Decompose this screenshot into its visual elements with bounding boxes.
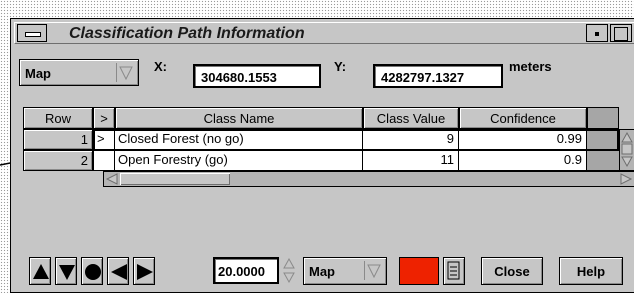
confidence-cell[interactable]: 0.99 (459, 129, 587, 150)
window-title: Classification Path Information (69, 25, 305, 42)
toolbar-mode-dropdown[interactable]: Map (303, 257, 387, 285)
coord-mode-dropdown[interactable]: Map (19, 59, 139, 86)
units-label: meters (509, 59, 552, 74)
help-button[interactable]: Help (559, 257, 623, 285)
chevron-down-icon (364, 261, 383, 280)
x-label: X: (154, 59, 167, 74)
class-path-table: Row > Class Name Class Value Confidence … (23, 107, 634, 209)
row-filler (587, 150, 619, 171)
chevron-down-icon (116, 63, 135, 82)
class-name-cell[interactable]: Open Forestry (go) (115, 150, 363, 171)
class-value-cell[interactable]: 9 (363, 129, 459, 150)
move-up-button[interactable] (29, 257, 51, 285)
triangle-left-icon (111, 264, 127, 280)
row-header-2[interactable]: 2 (23, 150, 93, 171)
vertical-scrollbar[interactable] (619, 129, 634, 171)
class-value-cell[interactable]: 11 (363, 150, 459, 171)
y-coordinate-field[interactable]: 4282797.1327 (373, 64, 503, 88)
row-filler (587, 129, 619, 150)
header-row[interactable]: Row (23, 107, 93, 129)
minimize-button[interactable] (586, 24, 608, 42)
list-icon (447, 261, 460, 280)
maximize-button[interactable] (610, 24, 632, 42)
y-label: Y: (334, 59, 347, 74)
center-button[interactable] (81, 257, 103, 285)
move-right-button[interactable] (133, 257, 155, 285)
increment-field[interactable]: 20.0000 (213, 257, 279, 284)
horizontal-scrollbar[interactable] (103, 171, 634, 187)
title-bar[interactable]: Classification Path Information (14, 22, 634, 44)
scroll-thumb[interactable] (120, 173, 230, 185)
row-marker (93, 150, 115, 171)
window-menu-button[interactable] (17, 24, 47, 42)
triangle-right-icon (137, 264, 153, 280)
scroll-right-icon[interactable] (619, 172, 633, 186)
bottom-toolbar: 20.0000 Map Close Help (11, 257, 634, 293)
stepper-arrows-icon[interactable] (283, 258, 295, 284)
confidence-cell[interactable]: 0.9 (459, 150, 587, 171)
color-swatch[interactable] (399, 257, 439, 285)
x-coordinate-field[interactable]: 304680.1553 (193, 64, 321, 88)
header-filler (587, 107, 619, 129)
close-button[interactable]: Close (481, 257, 543, 285)
scroll-left-icon[interactable] (105, 172, 119, 186)
row-marker: > (93, 129, 115, 150)
move-down-button[interactable] (55, 257, 77, 285)
color-options-button[interactable] (443, 257, 465, 285)
header-marker[interactable]: > (93, 107, 115, 129)
class-name-cell[interactable]: Closed Forest (no go) (115, 129, 363, 150)
header-class-name[interactable]: Class Name (115, 107, 363, 129)
toolbar-mode-value: Map (309, 264, 335, 279)
move-left-button[interactable] (107, 257, 129, 285)
scroll-arrows-icon (621, 131, 633, 168)
header-class-value[interactable]: Class Value (363, 107, 459, 129)
coord-mode-value: Map (25, 66, 51, 81)
header-confidence[interactable]: Confidence (459, 107, 587, 129)
circle-icon (85, 264, 101, 280)
row-header-1[interactable]: 1 (23, 129, 93, 150)
classification-path-window: Classification Path Information Map X: 3… (10, 18, 634, 293)
triangle-down-icon (59, 265, 75, 280)
triangle-up-icon (33, 264, 49, 279)
